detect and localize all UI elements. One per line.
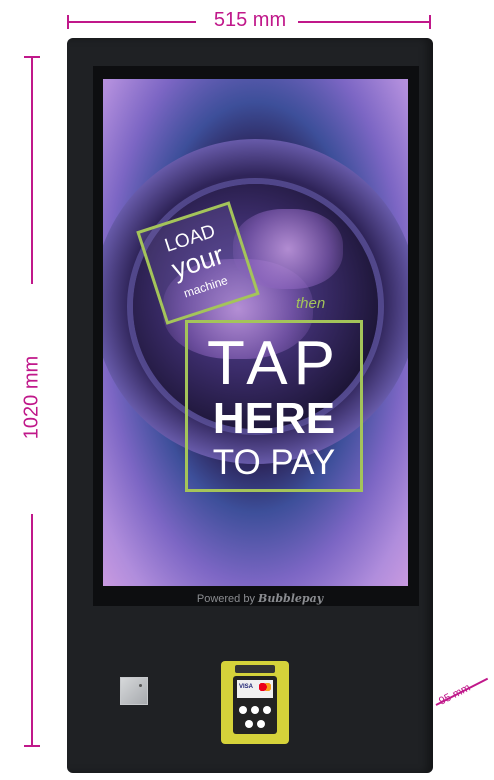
terminal-key[interactable] [245,720,253,728]
tap-text: TAP [207,329,341,398]
height-dimension-label: 1020 mm [20,355,43,440]
terminal-key[interactable] [257,720,265,728]
tap-here-to-pay-button[interactable]: TAP HERE TO PAY [185,320,363,492]
payment-terminal[interactable]: VISA [221,661,289,744]
terminal-key[interactable] [251,706,259,714]
powered-by-footer: Powered by Bubblepay [160,592,360,605]
terminal-key[interactable] [239,706,247,714]
terminal-screen: VISA [233,676,277,734]
width-dimension-line-right [298,21,430,23]
height-dimension-line-top [31,56,33,284]
visa-logo: VISA [239,684,254,690]
width-dimension-tick-right [429,15,431,29]
to-pay-text: TO PAY [212,443,336,482]
here-text: HERE [212,394,336,443]
width-dimension-tick-left [67,15,69,29]
reader-indicator [139,684,142,687]
terminal-key[interactable] [263,706,271,714]
height-dimension-tick-top [24,56,40,58]
height-dimension-line-bottom [31,514,33,746]
card-reader-plate[interactable] [120,677,148,705]
height-dimension-tick-bottom [24,745,40,747]
width-dimension-line-left [68,21,196,23]
terminal-display: VISA [237,680,273,698]
bubblepay-logo: Bubblepay [258,592,324,605]
powered-by-prefix: Powered by [196,593,255,605]
mastercard-icon [259,683,271,691]
card-slot[interactable] [235,665,275,673]
depth-dimension-label: 95 mm [437,681,473,708]
width-dimension-label: 515 mm [213,9,287,31]
then-text: then [296,295,326,312]
